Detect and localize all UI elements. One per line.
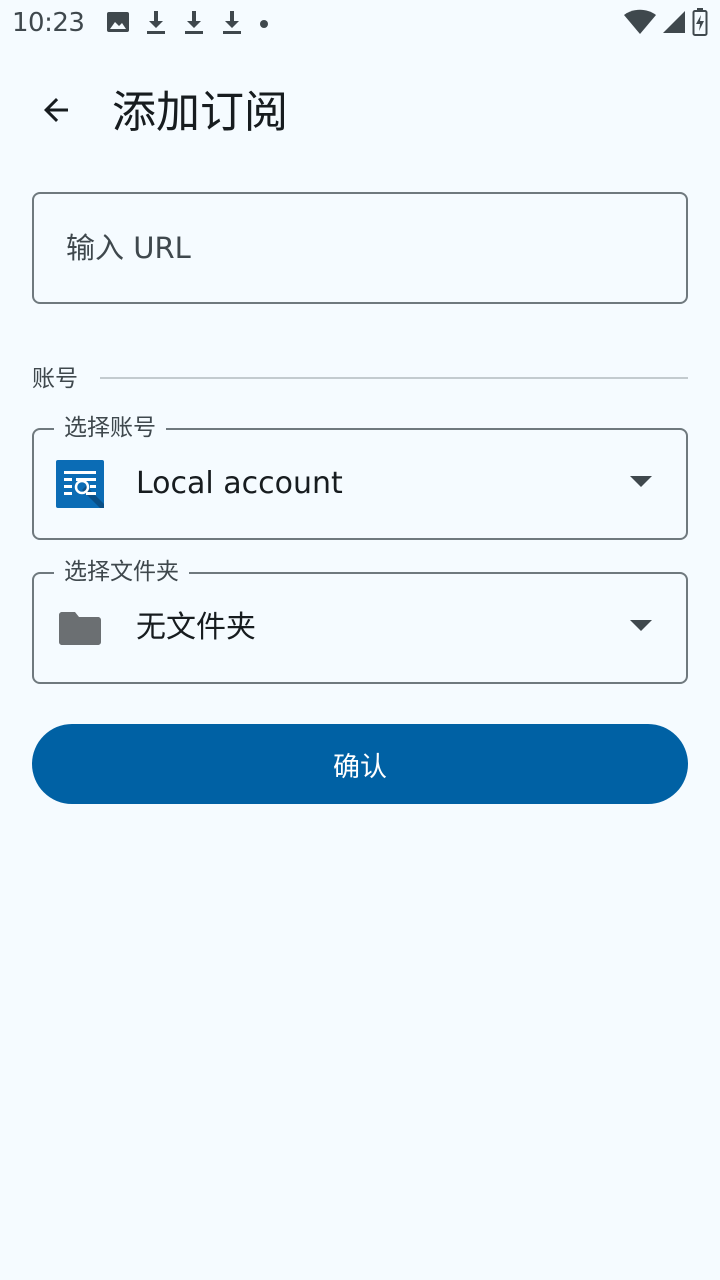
system-icons: [618, 8, 708, 40]
dropdown-arrow-icon: [630, 476, 652, 487]
url-input[interactable]: [66, 194, 656, 302]
dropdown-arrow-icon: [630, 620, 652, 631]
local-account-icon: [56, 460, 104, 508]
account-dropdown-value: Local account: [136, 466, 343, 501]
folder-dropdown-label: 选择文件夹: [54, 557, 189, 587]
section-divider: [100, 377, 688, 379]
url-field[interactable]: [32, 192, 688, 304]
back-button[interactable]: [24, 80, 88, 144]
arrow-back-icon: [38, 92, 74, 132]
status-bar: 10:23: [0, 0, 720, 48]
download-icon: [144, 9, 168, 39]
status-time: 10:23: [12, 8, 85, 38]
wifi-icon: [624, 9, 656, 39]
confirm-button-label: 确认: [333, 751, 387, 783]
account-dropdown[interactable]: 选择账号 Local account: [32, 413, 688, 540]
signal-icon: [662, 9, 686, 39]
folder-icon: [56, 604, 104, 652]
app-bar: 添加订阅: [0, 64, 720, 164]
dot-icon: [258, 15, 270, 34]
folder-dropdown-value: 无文件夹: [136, 610, 256, 645]
folder-dropdown[interactable]: 选择文件夹 无文件夹: [32, 557, 688, 684]
download-icon: [220, 9, 244, 39]
image-icon: [106, 10, 130, 38]
download-icon: [182, 9, 206, 39]
notification-icons: [106, 10, 284, 38]
confirm-button[interactable]: 确认: [32, 724, 688, 804]
battery-icon: [692, 8, 708, 40]
account-section-label: 账号: [32, 366, 78, 392]
page-title: 添加订阅: [112, 87, 288, 138]
account-dropdown-label: 选择账号: [54, 413, 166, 443]
